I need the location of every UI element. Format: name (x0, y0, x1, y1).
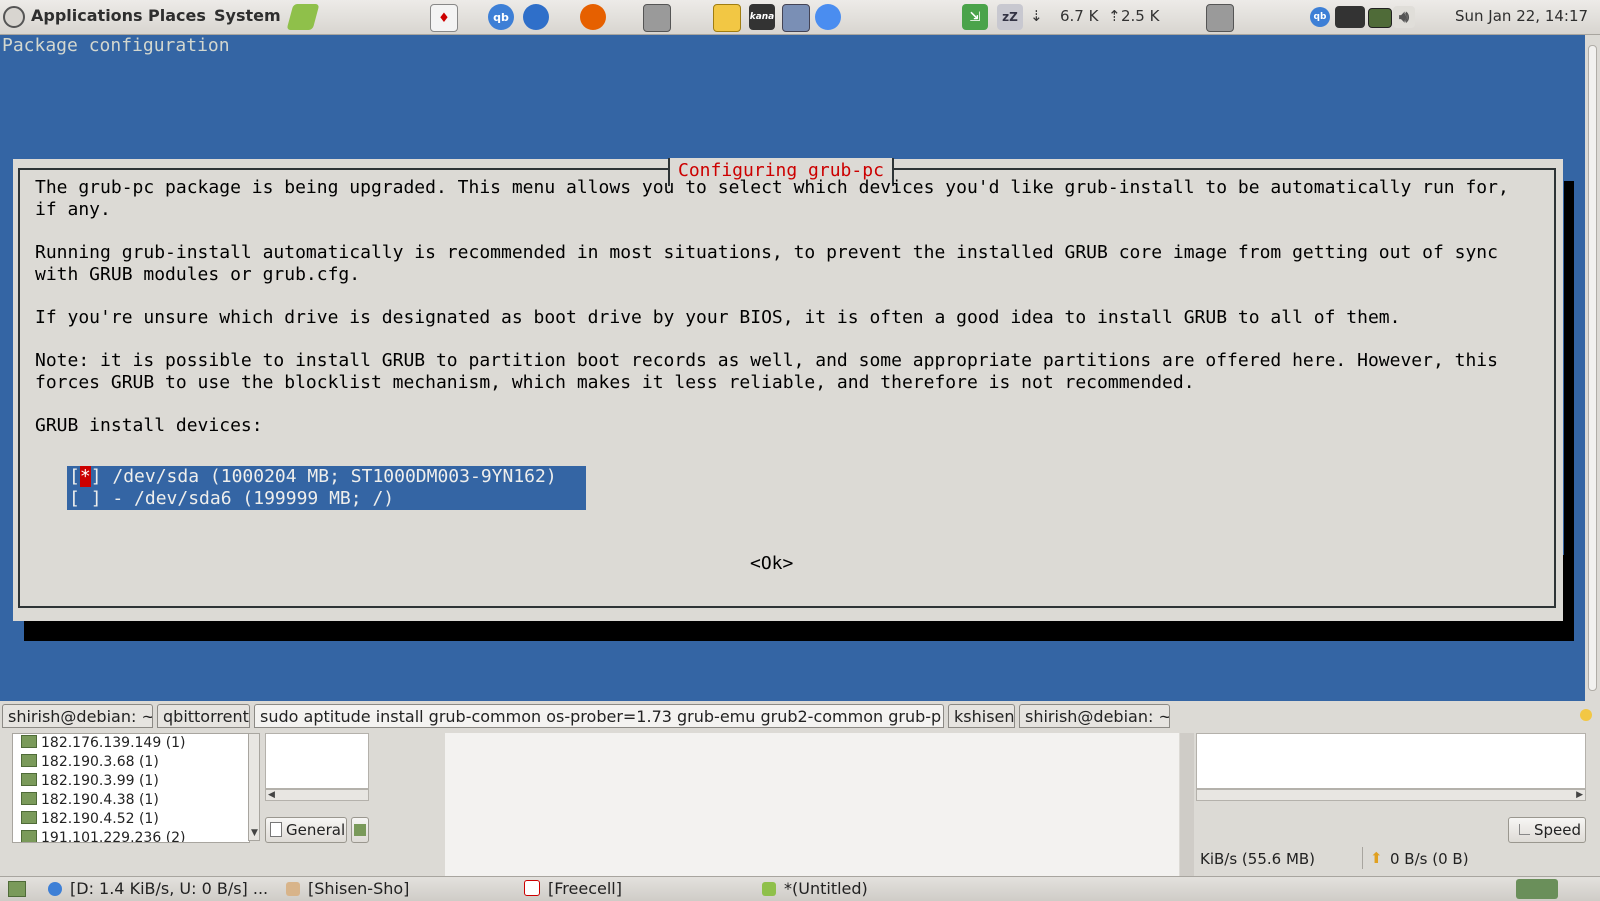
folder-icon (21, 754, 37, 767)
speed-hscroll[interactable]: ▶ (1196, 789, 1586, 801)
qbittorrent-tray-icon[interactable]: qb (1310, 7, 1330, 27)
applications-menu[interactable]: Applications (31, 6, 143, 25)
upload-status: 0 B/s (0 B) (1390, 850, 1469, 868)
folder-icon (21, 773, 37, 786)
folder-icon (21, 792, 37, 805)
task-shisen-sho[interactable]: [Shisen-Sho] (286, 879, 409, 899)
device-label-sda6: ] - /dev/sda6 (199999 MB; /) (90, 488, 395, 509)
shisen-task-icon (286, 882, 300, 896)
sleep-icon[interactable]: zZ (997, 4, 1023, 30)
qbittorrent-panes: 182.176.139.149 (1) 182.190.3.68 (1) 182… (0, 733, 1600, 876)
battery-icon[interactable] (1368, 8, 1392, 28)
clock[interactable]: Sun Jan 22, 14:17 (1455, 7, 1588, 25)
kana-icon[interactable]: kana (749, 4, 775, 30)
general-page-icon (270, 822, 282, 837)
text-editor-icon[interactable] (286, 4, 320, 30)
list-item[interactable]: 182.190.4.52 (1) (13, 810, 249, 829)
trash-icon[interactable] (1516, 879, 1558, 899)
task-untitled[interactable]: *(Untitled) (762, 879, 868, 899)
tab-sudo-aptitude[interactable]: sudo aptitude install grub-common os-pro… (254, 704, 944, 728)
folder-icon (21, 811, 37, 824)
browser-icon[interactable] (523, 4, 549, 30)
device-label-sda: ] /dev/sda (1000204 MB; ST1000DM003-9YN1… (90, 466, 557, 487)
chromium-icon[interactable] (815, 4, 841, 30)
bottom-task-panel: [D: 1.4 KiB/s, U: 0 B/s] ... [Shisen-Sho… (0, 876, 1600, 901)
device-checkbox-sda6[interactable] (80, 488, 91, 509)
center-pane (445, 733, 1179, 876)
grub-device-list[interactable]: [*] /dev/sda (1000204 MB; ST1000DM003-9Y… (67, 466, 586, 510)
trackers-button[interactable] (351, 817, 369, 843)
trackers-icon (354, 824, 366, 836)
general-button[interactable]: General (265, 817, 347, 843)
net-down-rate: 6.7 K (1060, 7, 1099, 25)
network-icon[interactable] (1335, 6, 1365, 28)
star-icon (1580, 709, 1592, 721)
terminal-scrollbar-thumb[interactable] (1588, 45, 1597, 691)
peer-list[interactable]: 182.176.139.149 (1) 182.190.3.68 (1) 182… (12, 733, 250, 843)
exit-icon[interactable]: ⇲ (962, 4, 988, 30)
task-qbittorrent[interactable]: [D: 1.4 KiB/s, U: 0 B/s] ... (48, 879, 268, 899)
list-item[interactable]: 182.176.139.149 (1) (13, 734, 249, 753)
list-item[interactable]: 182.190.3.68 (1) (13, 753, 249, 772)
top-panel: Applications Places System ♦ qb kana ⇲ z… (0, 0, 1600, 35)
tab-kshisen[interactable]: kshisen (948, 704, 1015, 728)
screenshot-icon[interactable] (643, 4, 671, 32)
qbittorrent-icon[interactable]: qb (488, 4, 514, 30)
scroll-down-arrow-icon[interactable]: ▼ (251, 828, 258, 838)
peer-list-scrollbar[interactable]: ▼ (248, 733, 260, 841)
devices-heading: GRUB install devices: (35, 415, 263, 436)
net-monitor-icon[interactable]: ⇣ (1030, 7, 1043, 25)
folder-icon (21, 830, 37, 842)
properties-hscroll[interactable]: ◀ (265, 789, 369, 801)
list-item[interactable]: 191.101.229.236 (2) (13, 829, 249, 842)
terminal-tab-bar: shirish@debian: ~ qbittorrent sudo aptit… (0, 701, 1600, 733)
folder-icon (21, 735, 37, 748)
mahjongg-icon[interactable] (713, 4, 741, 32)
tab-shirish-debian-1[interactable]: shirish@debian: ~ (2, 704, 153, 728)
speed-graph-pane (1196, 733, 1586, 789)
upload-arrow-icon: ⬆ (1370, 849, 1383, 867)
tab-shirish-debian-2[interactable]: shirish@debian: ~ (1019, 704, 1170, 728)
dialog-paragraph-1: The grub-pc package is being upgraded. T… (35, 177, 1509, 220)
device-row-sda[interactable]: [*] /dev/sda (1000204 MB; ST1000DM003-9Y… (69, 466, 557, 488)
speed-button[interactable]: Speed (1508, 817, 1586, 843)
system-menu[interactable]: System (214, 6, 281, 25)
dialog-paragraph-2: Running grub-install automatically is re… (35, 242, 1498, 285)
net-up-rate: 2.5 K (1121, 7, 1160, 25)
speed-graph-icon (1519, 824, 1530, 835)
status-separator (1362, 847, 1363, 869)
dialog-paragraph-3: If you're unsure which drive is designat… (35, 307, 1401, 328)
firefox-icon[interactable] (580, 4, 606, 30)
qbittorrent-task-icon (48, 882, 62, 896)
text-editor-task-icon (762, 882, 776, 896)
ok-button[interactable]: <Ok> (750, 553, 793, 575)
debian-logo-icon[interactable] (3, 6, 25, 28)
cards-game-icon[interactable]: ♦ (430, 4, 458, 32)
properties-pane (265, 733, 369, 789)
task-freecell[interactable]: [Freecell] (524, 879, 622, 899)
grub-config-dialog: Configuring grub-pc The grub-pc package … (13, 158, 1563, 621)
device-row-sda6[interactable]: [ ] - /dev/sda6 (199999 MB; /) (69, 488, 394, 510)
screenshot-icon-2[interactable] (1206, 4, 1234, 32)
places-menu[interactable]: Places (148, 6, 206, 25)
list-item[interactable]: 182.190.3.99 (1) (13, 772, 249, 791)
show-desktop-icon[interactable] (8, 881, 26, 897)
volume-icon[interactable]: 🔊︎ (1393, 6, 1415, 28)
list-item[interactable]: 182.190.4.38 (1) (13, 791, 249, 810)
package-configuration-title: Package configuration (2, 35, 230, 56)
tab-qbittorrent[interactable]: qbittorrent (157, 704, 250, 728)
terminal-window[interactable]: Package configuration Configuring grub-p… (0, 35, 1585, 701)
device-checkbox-sda[interactable]: * (79, 466, 91, 487)
pane-divider[interactable] (1180, 733, 1194, 876)
terminal-scrollbar[interactable] (1585, 35, 1600, 701)
freecell-task-icon (524, 880, 540, 896)
dialog-paragraph-4: Note: it is possible to install GRUB to … (35, 350, 1498, 393)
calculator-icon[interactable] (782, 4, 810, 32)
download-status: KiB/s (55.6 MB) (1200, 850, 1316, 868)
dialog-shadow-right (1564, 181, 1574, 641)
net-up-arrow-icon: ⇡ (1108, 7, 1121, 25)
